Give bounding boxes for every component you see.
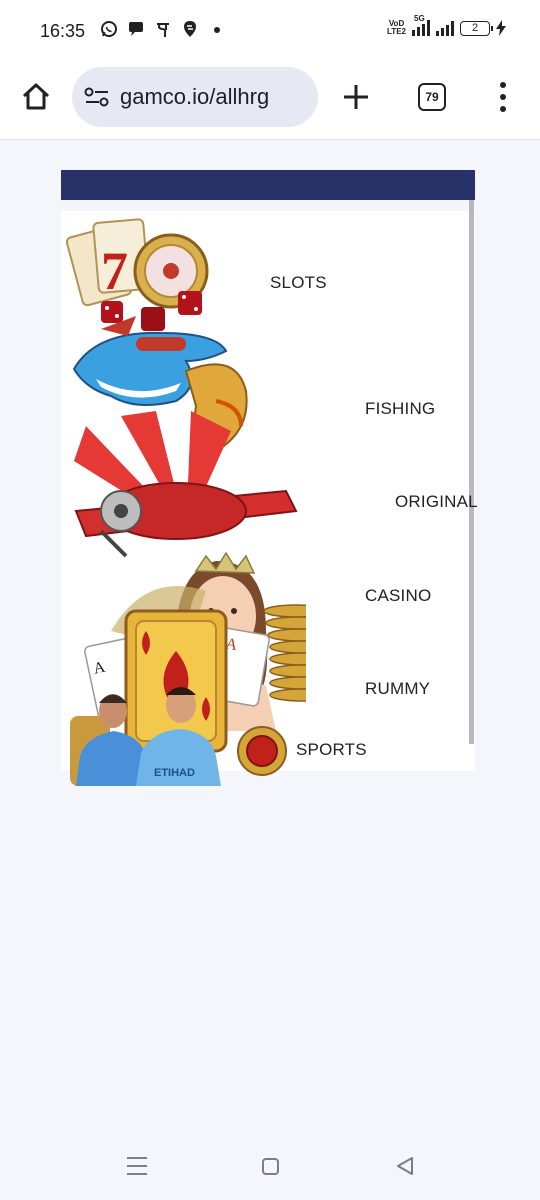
recents-line	[127, 1165, 147, 1167]
tab-switcher-button[interactable]: 79	[418, 83, 446, 111]
home-nav-button[interactable]	[262, 1158, 279, 1175]
status-indicators: VoD LTE2 5G 2	[387, 14, 506, 36]
recents-line	[127, 1173, 147, 1175]
phonepe-icon	[154, 20, 172, 38]
network-type-label: 5G	[414, 14, 425, 23]
status-bar: 16:35 VoD LTE2 5G 2	[0, 0, 540, 62]
web-page: 7 A A ETIHAD SLOTS FISHING ORIGINAL CASI…	[0, 141, 540, 1141]
dot-icon	[208, 20, 226, 38]
battery-icon: 2	[460, 20, 493, 36]
recents-line	[127, 1157, 147, 1159]
battery-level: 2	[471, 21, 479, 34]
volte-label: VoD LTE2	[387, 20, 406, 36]
recents-button[interactable]	[127, 1157, 147, 1175]
site-header-bar	[61, 170, 475, 200]
category-slots[interactable]: SLOTS	[270, 273, 327, 293]
svg-text:ETIHAD: ETIHAD	[154, 767, 195, 779]
svg-text:7: 7	[101, 241, 128, 301]
category-fishing[interactable]: FISHING	[365, 399, 435, 419]
home-icon	[22, 83, 50, 110]
back-button[interactable]	[395, 1156, 415, 1176]
status-app-icons	[100, 20, 226, 38]
category-casino[interactable]: CASINO	[365, 586, 431, 606]
games-collage-image: 7 A A ETIHAD	[66, 218, 306, 786]
chat-bubble-icon	[127, 20, 145, 38]
plus-icon	[344, 85, 368, 109]
panel-scrollbar[interactable]	[469, 200, 474, 744]
url-text: gamco.io/allhrg	[120, 84, 270, 109]
more-options-button[interactable]	[493, 82, 513, 112]
home-button[interactable]	[20, 81, 52, 113]
menu-dot	[500, 94, 506, 100]
slots-art: 7	[66, 218, 209, 331]
volte-label-bottom: LTE2	[387, 27, 406, 36]
new-tab-button[interactable]	[342, 83, 370, 111]
category-sports[interactable]: SPORTS	[296, 740, 367, 760]
charging-icon	[496, 20, 506, 36]
site-settings-icon[interactable]	[84, 86, 110, 108]
whatsapp-icon	[100, 20, 118, 38]
status-time: 16:35	[40, 21, 86, 41]
category-original[interactable]: ORIGINAL	[395, 492, 478, 512]
signal-5g-icon: 5G	[412, 14, 430, 36]
menu-dot	[500, 106, 506, 112]
browser-toolbar: gamco.io/allhrg 79	[0, 62, 540, 140]
system-nav-bar	[0, 1136, 540, 1200]
signal-icon	[436, 20, 454, 36]
category-rummy[interactable]: RUMMY	[365, 679, 430, 699]
address-bar[interactable]: gamco.io/allhrg	[72, 67, 318, 127]
menu-dot	[500, 82, 506, 88]
original-plane-art	[74, 411, 298, 558]
swiggy-icon	[181, 20, 199, 38]
